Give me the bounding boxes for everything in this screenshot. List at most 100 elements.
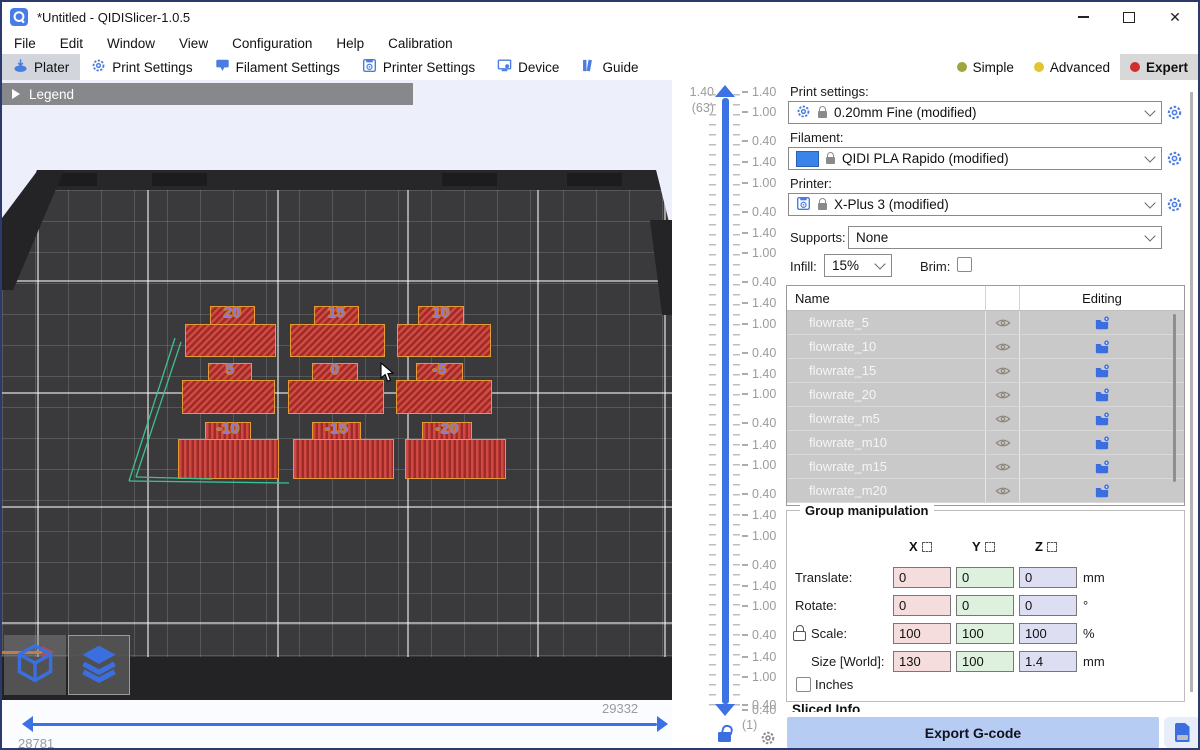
gm-input-x[interactable]: 0 — [893, 595, 951, 616]
close-button[interactable]: ✕ — [1152, 2, 1198, 32]
object-row[interactable]: flowrate_m15 — [787, 455, 1184, 479]
printer-combo[interactable]: X-Plus 3 (modified) — [788, 193, 1162, 216]
edit-object-icon[interactable] — [1019, 455, 1184, 478]
unlock-icon[interactable] — [718, 732, 731, 742]
flowrate-patch[interactable] — [290, 324, 385, 357]
print-settings-gear-button[interactable] — [1166, 104, 1183, 121]
object-row[interactable]: flowrate_m20 — [787, 479, 1184, 503]
printer-gear-button[interactable] — [1166, 196, 1183, 213]
gm-input-z[interactable]: 100 — [1019, 623, 1077, 644]
flowrate-patch-tab[interactable]: 0 — [312, 363, 358, 381]
flowrate-patch-tab[interactable]: 15 — [314, 306, 359, 325]
flowrate-patch-tab[interactable]: -15 — [312, 422, 361, 440]
legend-header[interactable]: Legend — [2, 83, 413, 105]
gm-input-z[interactable]: 1.4 — [1019, 651, 1077, 672]
gm-input-z[interactable]: 0 — [1019, 595, 1077, 616]
preview-view-button[interactable] — [68, 635, 130, 695]
flowrate-patch[interactable] — [288, 380, 384, 414]
tab-filament-settings[interactable]: Filament Settings — [204, 54, 351, 80]
flowrate-patch-tab[interactable]: -10 — [205, 422, 251, 440]
visibility-eye-icon[interactable] — [985, 359, 1019, 382]
menu-item-file[interactable]: File — [2, 36, 48, 51]
flowrate-patch-tab[interactable]: 10 — [418, 306, 464, 325]
flowrate-patch[interactable] — [397, 324, 491, 357]
infill-combo[interactable]: 15% — [824, 254, 892, 277]
supports-combo[interactable]: None — [848, 226, 1162, 249]
menu-item-window[interactable]: Window — [95, 36, 167, 51]
layer-slider-lower-thumb[interactable] — [715, 704, 735, 716]
maximize-button[interactable] — [1106, 2, 1152, 32]
visibility-eye-icon[interactable] — [985, 335, 1019, 358]
gm-input-x[interactable]: 100 — [893, 623, 951, 644]
menu-item-help[interactable]: Help — [324, 36, 376, 51]
visibility-eye-icon[interactable] — [985, 455, 1019, 478]
flowrate-patch[interactable] — [178, 439, 279, 479]
export-gcode-button[interactable]: Export G-code — [787, 717, 1159, 748]
gm-input-y[interactable]: 100 — [956, 623, 1014, 644]
edit-object-icon[interactable] — [1019, 431, 1184, 454]
flowrate-patch-tab[interactable]: -5 — [416, 363, 463, 381]
edit-object-icon[interactable] — [1019, 335, 1184, 358]
object-row[interactable]: flowrate_m5 — [787, 407, 1184, 431]
object-row[interactable]: flowrate_20 — [787, 383, 1184, 407]
slider-gear-icon[interactable] — [760, 730, 776, 750]
flowrate-patch[interactable] — [185, 324, 276, 357]
gm-input-y[interactable]: 0 — [956, 595, 1014, 616]
brim-checkbox[interactable] — [957, 257, 972, 272]
uniform-scale-lock-icon[interactable] — [793, 631, 806, 641]
mode-expert[interactable]: Expert — [1120, 54, 1198, 80]
tab-printer-settings[interactable]: Printer Settings — [351, 54, 486, 80]
object-row[interactable]: flowrate_5 — [787, 311, 1184, 335]
flowrate-patch[interactable] — [405, 439, 506, 479]
object-row[interactable]: flowrate_15 — [787, 359, 1184, 383]
3d-viewport[interactable]: 20 15 10 5 0 -5 -10 -15 -20 Legend — [2, 80, 672, 750]
export-to-sd-button[interactable] — [1164, 717, 1200, 748]
edit-object-icon[interactable] — [1019, 407, 1184, 430]
tab-print-settings[interactable]: Print Settings — [80, 54, 203, 80]
edit-object-icon[interactable] — [1019, 383, 1184, 406]
filament-combo[interactable]: QIDI PLA Rapido (modified) — [788, 147, 1162, 170]
gcode-horizontal-slider[interactable] — [32, 723, 657, 726]
object-row[interactable]: flowrate_10 — [787, 335, 1184, 359]
visibility-eye-icon[interactable] — [985, 311, 1019, 334]
gm-input-y[interactable]: 100 — [956, 651, 1014, 672]
gm-input-z[interactable]: 0 — [1019, 567, 1077, 588]
visibility-eye-icon[interactable] — [985, 383, 1019, 406]
flowrate-patch-tab[interactable]: 20 — [210, 306, 255, 325]
visibility-eye-icon[interactable] — [985, 407, 1019, 430]
object-row[interactable]: flowrate_m10 — [787, 431, 1184, 455]
mode-advanced[interactable]: Advanced — [1024, 54, 1120, 80]
gcode-range-strip: 29332 28781 — [2, 700, 672, 750]
print-settings-combo[interactable]: 0.20mm Fine (modified) — [788, 101, 1162, 124]
menu-item-configuration[interactable]: Configuration — [220, 36, 324, 51]
gm-input-x[interactable]: 130 — [893, 651, 951, 672]
flowrate-patch[interactable] — [293, 439, 394, 479]
edit-object-icon[interactable] — [1019, 311, 1184, 334]
mode-simple[interactable]: Simple — [947, 54, 1024, 80]
tab-device[interactable]: Device — [486, 54, 570, 80]
gm-input-x[interactable]: 0 — [893, 567, 951, 588]
flowrate-patch[interactable] — [182, 380, 275, 414]
panel-scrollbar[interactable] — [1190, 92, 1193, 692]
edit-object-icon[interactable] — [1019, 359, 1184, 382]
menu-item-edit[interactable]: Edit — [48, 36, 95, 51]
flowrate-patch[interactable] — [396, 380, 492, 414]
edit-object-icon[interactable] — [1019, 479, 1184, 502]
flowrate-patch-tab[interactable]: -20 — [422, 422, 472, 440]
layer-vertical-slider[interactable] — [722, 98, 729, 704]
3d-editor-view-button[interactable] — [4, 635, 66, 695]
visibility-eye-icon[interactable] — [985, 479, 1019, 502]
object-list-scrollbar[interactable] — [1173, 314, 1176, 482]
minimize-button[interactable] — [1060, 2, 1106, 32]
layer-slider-upper-thumb[interactable] — [715, 85, 735, 97]
tab-guide[interactable]: Guide — [570, 54, 649, 80]
hslider-right-arrow[interactable] — [657, 716, 668, 732]
inches-checkbox[interactable] — [796, 677, 811, 692]
menu-item-view[interactable]: View — [167, 36, 220, 51]
flowrate-patch-tab[interactable]: 5 — [208, 363, 252, 381]
filament-gear-button[interactable] — [1166, 150, 1183, 167]
visibility-eye-icon[interactable] — [985, 431, 1019, 454]
menu-item-calibration[interactable]: Calibration — [376, 36, 465, 51]
gm-input-y[interactable]: 0 — [956, 567, 1014, 588]
tab-plater[interactable]: Plater — [2, 54, 80, 80]
